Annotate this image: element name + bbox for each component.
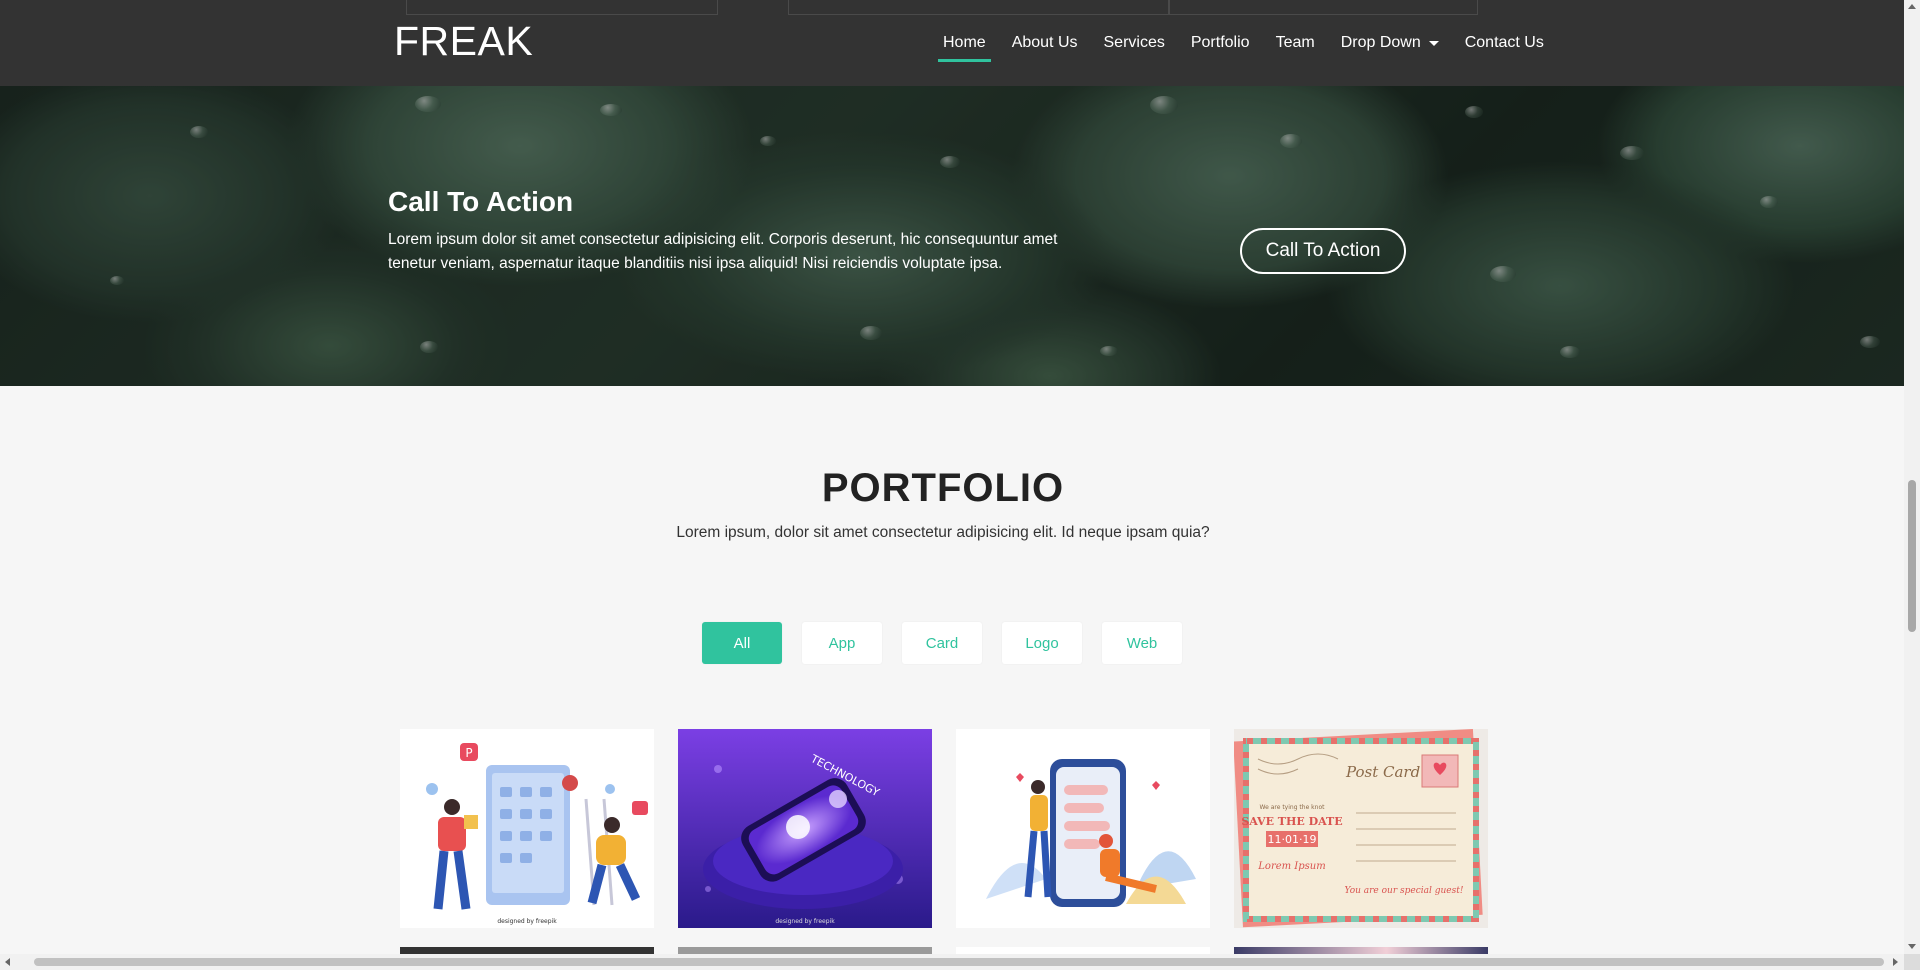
portfolio-item-technology[interactable]: TECHNOLOGY designed by freepik xyxy=(678,729,932,928)
portfolio-item-chat[interactable] xyxy=(956,729,1210,928)
filter-web[interactable]: Web xyxy=(1102,622,1182,664)
horizontal-scrollbar[interactable] xyxy=(0,954,1904,970)
chat-phone-image xyxy=(956,729,1210,928)
caret-down-icon xyxy=(1428,40,1439,46)
portfolio-item-row2[interactable] xyxy=(400,947,654,954)
nav-home[interactable]: Home xyxy=(930,0,999,86)
technology-phone-image: TECHNOLOGY designed by freepik xyxy=(678,729,932,928)
portfolio-item-row2[interactable] xyxy=(678,947,932,954)
portfolio-filters: All App Card Logo Web xyxy=(702,622,1182,664)
card-credit: designed by freepik xyxy=(497,918,557,925)
portfolio-item-postcard[interactable]: Post Card We are tying the knot SAVE THE… xyxy=(1234,729,1488,928)
main-nav: Home About Us Services Portfolio Team Dr… xyxy=(930,0,1557,86)
filter-logo[interactable]: Logo xyxy=(1002,622,1082,664)
portfolio-item-row2[interactable] xyxy=(956,947,1210,954)
portfolio-item-app-illustration[interactable]: P designed by freepik xyxy=(400,729,654,928)
postcard-line: You are our special guest! xyxy=(1345,886,1464,896)
app-illustration-image: P designed by freepik xyxy=(400,729,654,928)
nav-home-label: Home xyxy=(943,34,986,51)
scroll-right-icon[interactable] xyxy=(1893,958,1898,966)
svg-text:P: P xyxy=(465,746,472,760)
nav-contact-label: Contact Us xyxy=(1464,34,1544,51)
postcard-heading: Post Card xyxy=(1345,763,1420,781)
scroll-down-icon[interactable] xyxy=(1908,944,1916,949)
nav-dropdown-label: Drop Down xyxy=(1340,34,1421,51)
filter-all[interactable]: All xyxy=(702,622,782,664)
portfolio-title: PORTFOLIO xyxy=(821,466,1065,510)
portfolio-subtitle: Lorem ipsum, dolor sit amet consectetur … xyxy=(676,524,1210,541)
nav-drop-down[interactable]: Drop Down xyxy=(1328,0,1452,86)
nav-about-label: About Us xyxy=(1011,34,1078,51)
nav-about-us[interactable]: About Us xyxy=(999,0,1091,86)
nav-services[interactable]: Services xyxy=(1091,0,1178,86)
call-to-action-section: Call To Action Lorem ipsum dolor sit ame… xyxy=(0,86,1904,386)
postcard-line: SAVE THE DATE xyxy=(1241,815,1342,828)
vertical-scrollbar[interactable] xyxy=(1904,0,1920,954)
scroll-up-icon[interactable] xyxy=(1908,4,1916,9)
top-navbar: FREAK Home About Us Services Portfolio T… xyxy=(0,0,1904,86)
postcard-line: 11·01·19 xyxy=(1268,833,1317,846)
vertical-scroll-thumb[interactable] xyxy=(1908,480,1916,632)
nav-portfolio-label: Portfolio xyxy=(1190,34,1250,51)
page-viewport: FREAK Home About Us Services Portfolio T… xyxy=(0,0,1904,954)
card-credit: designed by freepik xyxy=(775,918,835,925)
nav-services-label: Services xyxy=(1103,34,1165,51)
postcard-image: Post Card We are tying the knot SAVE THE… xyxy=(1234,729,1488,928)
nav-contact-us[interactable]: Contact Us xyxy=(1452,0,1557,86)
cta-text: Lorem ipsum dolor sit amet consectetur a… xyxy=(388,231,1058,272)
nav-team-label: Team xyxy=(1275,34,1315,51)
postcard-line: We are tying the knot xyxy=(1260,804,1326,811)
call-to-action-button[interactable]: Call To Action xyxy=(1240,228,1406,274)
postcard-line: Lorem Ipsum xyxy=(1257,861,1325,872)
horizontal-scroll-thumb[interactable] xyxy=(34,958,1884,966)
nav-team[interactable]: Team xyxy=(1263,0,1328,86)
filter-card[interactable]: Card xyxy=(902,622,982,664)
scroll-left-icon[interactable] xyxy=(5,958,10,966)
portfolio-item-row2[interactable] xyxy=(1234,947,1488,954)
scrollbar-corner xyxy=(1904,954,1920,970)
brand-logo[interactable]: FREAK xyxy=(394,18,533,65)
nav-portfolio[interactable]: Portfolio xyxy=(1178,0,1263,86)
cta-title: Call To Action xyxy=(388,186,574,217)
filter-app[interactable]: App xyxy=(802,622,882,664)
